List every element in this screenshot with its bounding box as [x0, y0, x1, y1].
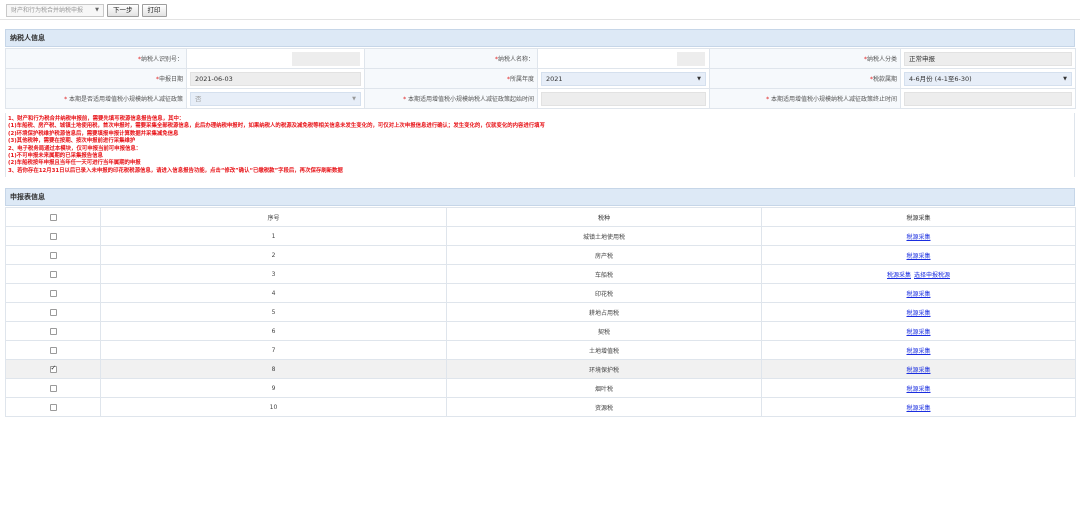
toolbar: 财产和行为税合并纳税申报 ▼ 下一步 打印 [6, 3, 167, 17]
table-row[interactable]: 8环境保护税 税源采集 [5, 359, 1076, 379]
source-collect-link[interactable]: 税源采集 [906, 310, 930, 317]
row-number: 3 [100, 264, 447, 284]
row-checkbox[interactable] [49, 308, 57, 316]
notice-line: (2)车船税按年申报且当年任一天可进行当年属期的申报 [8, 160, 141, 167]
row-checkbox[interactable] [49, 251, 57, 259]
taxpayer-id-label: *纳税人识别号： [5, 48, 187, 69]
year-select[interactable]: 2021 ▼ [541, 71, 706, 86]
row-checkbox[interactable] [49, 327, 57, 335]
chevron-down-icon: ▼ [697, 75, 701, 82]
taxpayer-name-label: *纳税人名称： [364, 48, 538, 69]
toolbar-divider [0, 19, 1080, 20]
row-number: 7 [100, 340, 447, 360]
policy-end-label: * 本期适用增值税小规模纳税人减征政策终止时间 [709, 88, 901, 109]
taxpayer-name-field[interactable] [677, 51, 705, 66]
notice-line: 3、若你存在12月31日以后已录入未申报的印花税税源信息，请进入信息报告功能，点… [8, 167, 343, 174]
tax-period-label: *税款属期 [709, 68, 901, 89]
declaration-section-header: 申报表信息 [5, 188, 1075, 206]
source-collect-link[interactable]: 税源采集 [906, 253, 930, 260]
row-checkbox[interactable] [49, 364, 57, 373]
row-tax-type: 环境保护税 [446, 359, 762, 379]
notice-line: 2、电子税务局通过本模块，仅可申报当前可申报信息： [8, 145, 142, 152]
row-tax-type: 资源税 [446, 397, 762, 417]
small-scale-policy-label: * 本期是否适用增值税小规模纳税人减征政策 [5, 88, 187, 109]
table-row[interactable]: 2 房产税 税源采集 [5, 245, 1076, 265]
table-row[interactable]: 9 烟叶税 税源采集 [5, 378, 1076, 398]
table-row[interactable]: 5 耕地占用税 税源采集 [5, 302, 1076, 322]
row-checkbox[interactable] [49, 270, 57, 278]
row-number: 2 [100, 245, 447, 265]
select-all-checkbox[interactable] [49, 213, 57, 221]
source-collect-link[interactable]: 税源采集 [887, 272, 911, 279]
row-tax-type: 印花税 [446, 283, 762, 303]
row-tax-type: 城镇土地使用税 [446, 226, 762, 246]
notice-line: (1)不可申报未来属期的已采集报告信息 [8, 153, 103, 160]
table-row[interactable]: 6 契税 税源采集 [5, 321, 1076, 341]
declare-date-field[interactable]: 2021-06-03 [190, 71, 361, 86]
row-tax-type: 耕地占用税 [446, 302, 762, 322]
tax-period-select[interactable]: 4-6月份 (4-1至6-30) ▼ [904, 71, 1072, 86]
taxpayer-section-header: 纳税人信息 [5, 29, 1075, 47]
column-header-no: 序号 [100, 207, 447, 227]
notice-line: (2)环境保护税维护税源信息后，需要填报申报计算数据并采集减免信息 [8, 130, 179, 137]
declare-date-label: *申报日期 [5, 68, 187, 89]
row-checkbox[interactable] [49, 403, 57, 411]
table-row[interactable]: 10 资源税 税源采集 [5, 397, 1076, 417]
print-button[interactable]: 打印 [141, 3, 167, 17]
notice-text: 1、财产和行为税合并纳税申报前，需要先填写税源信息报告信息，其中： (1)车船税… [5, 113, 1075, 178]
table-row[interactable]: 4 印花税 税源采集 [5, 283, 1076, 303]
row-tax-type: 房产税 [446, 245, 762, 265]
row-number: 6 [100, 321, 447, 341]
column-header-source: 税源采集 [761, 207, 1076, 227]
row-checkbox[interactable] [49, 346, 57, 354]
table-header-row: 序号 税种 税源采集 [5, 207, 1076, 227]
source-collect-link[interactable]: 税源采集 [906, 367, 930, 374]
taxpayer-category-field: 正常申报 [904, 51, 1072, 66]
row-tax-type: 车船税 [446, 264, 762, 284]
notice-line: (3)其他税种，需要在按期、按次申报前进行采集维护 [8, 138, 136, 145]
policy-start-field[interactable] [541, 91, 706, 106]
year-label: *所属年度 [364, 68, 538, 89]
column-header-tax: 税种 [446, 207, 762, 227]
chevron-down-icon: ▼ [352, 95, 356, 102]
source-collect-link[interactable]: 税源采集 [906, 386, 930, 393]
table-row[interactable]: 1 城镇土地使用税 税源采集 [5, 226, 1076, 246]
row-checkbox[interactable] [49, 232, 57, 240]
source-collect-link[interactable]: 税源采集 [906, 405, 930, 412]
notice-line: (1)车船税、房产税、城镇土地使用税，首次申报时，需要采集全部税源信息，此后办理… [8, 123, 545, 130]
module-select-value: 财产和行为税合并纳税申报 [11, 6, 84, 14]
taxpayer-id-field[interactable] [292, 51, 360, 66]
table-row[interactable]: 3 车船税 税源采集 选择申报税源 [5, 264, 1076, 284]
row-number: 4 [100, 283, 447, 303]
next-step-button[interactable]: 下一步 [107, 3, 139, 17]
row-checkbox[interactable] [49, 289, 57, 297]
taxpayer-category-label: *纳税人分类 [709, 48, 901, 69]
row-tax-type: 烟叶税 [446, 378, 762, 398]
module-select[interactable]: 财产和行为税合并纳税申报 ▼ [6, 3, 104, 17]
chevron-down-icon: ▼ [95, 6, 99, 13]
declaration-table: 序号 税种 税源采集 1 城镇土地使用税 税源采集 2 房产税 税源采集 3 车船税 税源采集选… [5, 207, 1076, 417]
row-number: 10 [100, 397, 447, 417]
taxpayer-info-grid: *纳税人识别号： *纳税人名称： *纳税人分类 正常申报 *申报日期 2021-… [5, 48, 1076, 109]
row-number: 9 [100, 378, 447, 398]
policy-end-field[interactable] [904, 91, 1072, 106]
policy-start-label: * 本期适用增值税小规模纳税人减征政策起始时间 [364, 88, 538, 109]
row-tax-type: 契税 [446, 321, 762, 341]
table-row[interactable]: 7 土地增值税 税源采集 [5, 340, 1076, 360]
select-declare-source-link[interactable]: 选择申报税源 [914, 272, 950, 279]
row-checkbox[interactable] [49, 384, 57, 392]
row-number: 8 [100, 359, 447, 379]
source-collect-link[interactable]: 税源采集 [906, 329, 930, 336]
small-scale-policy-select[interactable]: 否 ▼ [190, 91, 361, 106]
row-number: 1 [100, 226, 447, 246]
row-tax-type: 土地增值税 [446, 340, 762, 360]
source-collect-link[interactable]: 税源采集 [906, 348, 930, 355]
chevron-down-icon: ▼ [1063, 75, 1067, 82]
source-collect-link[interactable]: 税源采集 [906, 234, 930, 241]
row-number: 5 [100, 302, 447, 322]
source-collect-link[interactable]: 税源采集 [906, 291, 930, 298]
